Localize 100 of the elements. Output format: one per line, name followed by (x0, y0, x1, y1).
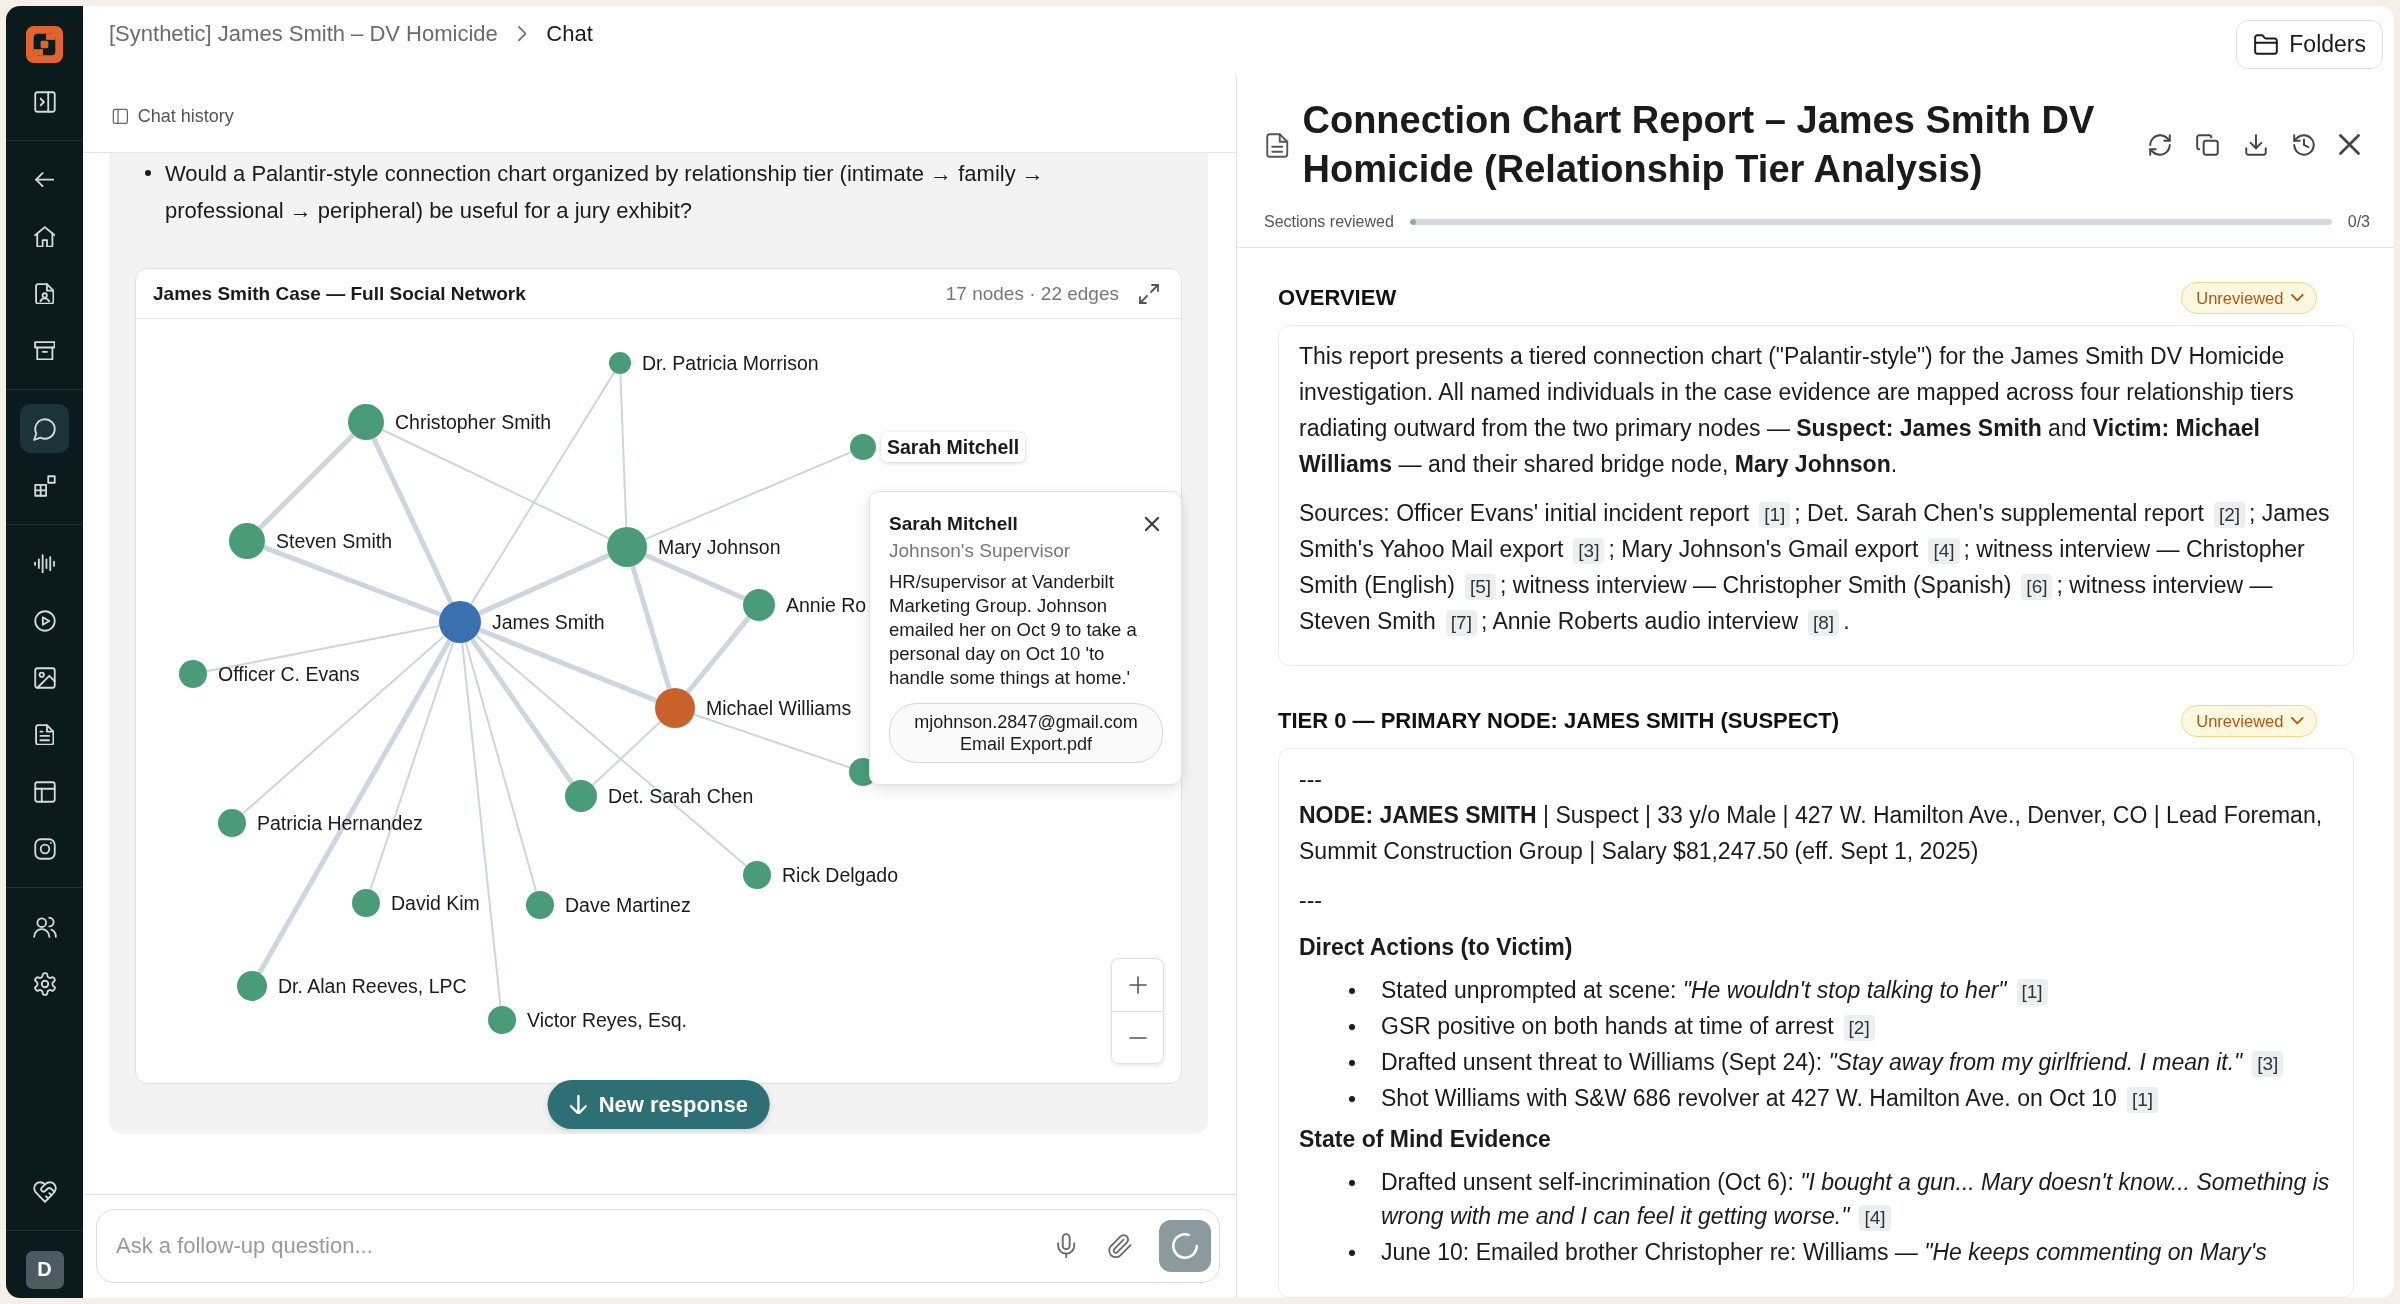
node-label[interactable]: Annie Ro (786, 593, 867, 617)
progress-reading: 0/3 (2347, 213, 2370, 231)
node-label[interactable]: Victor Reyes, Esq. (527, 1008, 688, 1032)
paperclip-icon[interactable] (1106, 1232, 1133, 1260)
history-icon[interactable] (2291, 132, 2317, 158)
node-label[interactable]: Michael Williams (706, 696, 852, 720)
popup-title: Sarah Mitchell (889, 512, 1018, 536)
chevron-down-icon (2291, 717, 2304, 725)
subheading: State of Mind Evidence (1299, 1125, 1552, 1154)
node-dot[interactable] (237, 971, 267, 1001)
list-item: Drafted unsent threat to Williams (Sept 24): "Stay away from my girlfriend. I mean it." [3] (1381, 1045, 2288, 1079)
citation-link[interactable]: [3] (2252, 1051, 2284, 1077)
subheading: Direct Actions (to Victim) (1299, 933, 1574, 962)
close-icon[interactable] (1145, 517, 1159, 531)
microphone-icon[interactable] (1057, 1233, 1076, 1259)
citation-link[interactable]: [1] (1759, 502, 1791, 528)
download-icon[interactable] (2243, 132, 2269, 158)
citation-link[interactable]: [4] (1859, 1205, 1891, 1231)
node-label[interactable]: Det. Sarah Chen (608, 784, 754, 808)
status-dropdown[interactable]: Unreviewed (2181, 282, 2317, 314)
node-label[interactable]: Dr. Patricia Morrison (642, 351, 819, 375)
list-item: Stated unprompted at scene: "He wouldn't stop talking to her" [1] (1381, 973, 2052, 1007)
gear-icon (31, 970, 58, 997)
citation-link[interactable]: [2] (1843, 1015, 1875, 1041)
heart-handshake-icon (31, 1178, 58, 1205)
node-dot[interactable] (218, 809, 246, 837)
node-dot[interactable] (743, 861, 771, 889)
node-label[interactable]: Dave Martinez (565, 893, 691, 917)
node-label[interactable]: Steven Smith (276, 529, 392, 553)
bullet-icon (1349, 1096, 1355, 1102)
bullet-icon (1349, 1024, 1355, 1030)
citation-link[interactable]: [1] (2016, 979, 2048, 1005)
expand-icon[interactable] (1137, 281, 1161, 306)
node-label[interactable]: Dr. Alan Reeves, LPC (278, 974, 467, 998)
table-icon (31, 778, 58, 805)
logo-icon[interactable] (26, 26, 63, 63)
node-dot[interactable] (488, 1006, 516, 1034)
nav-button[interactable] (20, 404, 69, 453)
node-dot[interactable] (352, 889, 380, 917)
list-item: June 10: Emailed brother Christopher re: Williams — "He keeps commenting on Mary's (1381, 1238, 2267, 1267)
node-dot[interactable] (179, 660, 207, 688)
user-avatar[interactable]: D (25, 1250, 64, 1289)
message-input[interactable]: Ask a follow-up question... (96, 1209, 1220, 1283)
refresh-icon[interactable] (2147, 132, 2174, 158)
list-item: Would a Palantir-style connection chart organized by relationship tier (intimate → family → professional → peripheral) be useful for a jury exhibit? (165, 160, 1045, 225)
node-label[interactable]: Christopher Smith (395, 410, 552, 434)
popup-subtitle: Johnson's Supervisor (889, 539, 1072, 563)
node-label[interactable]: David Kim (391, 891, 480, 915)
dashes-text: --- (1299, 886, 1323, 915)
node-label[interactable]: Rick Delgado (782, 863, 898, 887)
node-dot[interactable] (850, 434, 876, 460)
bullet-icon (1349, 1250, 1355, 1256)
home-icon (33, 225, 56, 248)
node-label[interactable]: Officer C. Evans (218, 662, 360, 686)
attachment-chip[interactable]: mjohnson.2847@gmail.com Email Export.pdf (889, 703, 1163, 763)
citation-link[interactable]: [4] (1928, 538, 1960, 564)
paragraph: NODE: JAMES SMITH | Suspect | 33 y/o Male | 427 W. Hamilton Ave., Denver, CO | Lead Foreman, Summit Construction Group | Salary $81,247.50 (eff. Sept 1, 2025) (1299, 801, 2324, 866)
citation-link[interactable]: [8] (1808, 610, 1840, 636)
node-dot[interactable] (655, 688, 695, 728)
copy-icon[interactable] (2195, 132, 2222, 158)
node-label[interactable]: Sarah Mitchell (881, 432, 1026, 462)
citation-link[interactable]: [6] (2021, 574, 2053, 600)
node-dot[interactable] (526, 891, 554, 919)
citation-link[interactable]: [5] (1464, 574, 1497, 600)
node-dot[interactable] (743, 589, 775, 621)
node-dot[interactable] (609, 352, 631, 374)
play-circle-icon (31, 607, 58, 634)
document-person-icon (34, 282, 55, 305)
zoom-in-button[interactable] (1111, 958, 1164, 1011)
citation-link[interactable]: [1] (2126, 1087, 2158, 1113)
citation-link[interactable]: [2] (2213, 502, 2246, 528)
arrow-down-icon (569, 1094, 587, 1115)
node-dot[interactable] (348, 404, 384, 440)
close-icon[interactable] (2339, 134, 2360, 156)
minus-icon (1128, 1036, 1147, 1039)
breadcrumb-link[interactable]: [Synthetic] James Smith – DV Homicide (109, 19, 498, 49)
node-dot[interactable] (565, 780, 597, 812)
new-response-button[interactable]: New response (547, 1080, 770, 1129)
list-item: Drafted unsent self-incrimination (Oct 6): "I bought a gun... Mary doesn't know... Something is wrong with me and I can feel it getting worse." [4] (1381, 1168, 2331, 1233)
node-label[interactable]: Patricia Hernandez (257, 811, 423, 835)
panel-toggle-icon (31, 88, 58, 115)
status-dropdown[interactable]: Unreviewed (2181, 705, 2317, 737)
folder-icon (2253, 31, 2280, 58)
citation-link[interactable]: [3] (1573, 538, 1605, 564)
progress-label: Sections reviewed (1264, 213, 1394, 231)
node-dot[interactable] (607, 527, 647, 567)
node-label[interactable]: James Smith (492, 610, 605, 634)
image-icon (31, 664, 58, 691)
loader-icon (1172, 1233, 1198, 1259)
bullet-icon (1349, 988, 1355, 994)
node-dot[interactable] (439, 601, 481, 643)
node-label[interactable]: Mary Johnson (658, 535, 781, 559)
popup-description: HR/supervisor at Vanderbilt Marketing Group. Johnson emailed her on Oct 9 to take a personal day on Oct 10 'to handle some things at home.' (889, 570, 1138, 690)
sidebar-panel-icon (111, 106, 130, 126)
citation-link[interactable]: [7] (1445, 610, 1477, 636)
chat-history-button[interactable]: Chat history (109, 103, 236, 129)
node-dot[interactable] (229, 523, 265, 559)
camera-icon (31, 835, 58, 862)
folders-button[interactable]: Folders (2236, 20, 2383, 69)
send-button[interactable] (1159, 1220, 1211, 1272)
